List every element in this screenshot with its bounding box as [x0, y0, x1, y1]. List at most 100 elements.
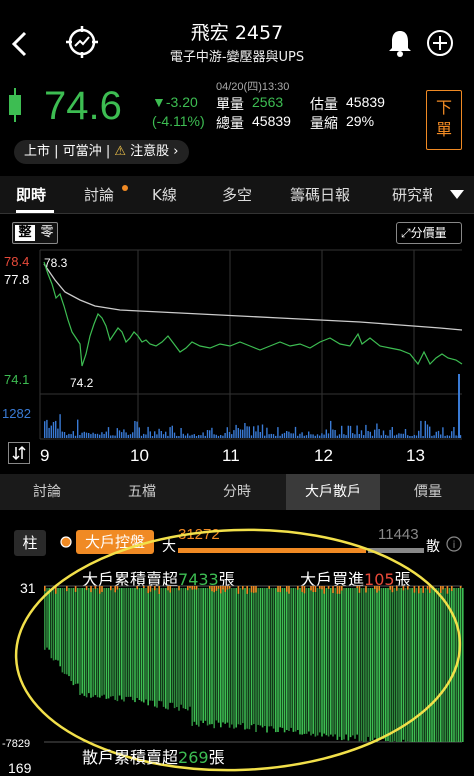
big-buy-tick — [226, 586, 229, 590]
big-cum-bar — [134, 588, 136, 703]
big-cum-bar — [92, 588, 94, 697]
volume-bar — [134, 421, 136, 438]
big-cum-bar — [68, 588, 70, 677]
big-buy-tick — [378, 586, 380, 591]
big-cum-bar — [418, 588, 420, 742]
volume-bar — [81, 432, 83, 438]
volume-bar — [160, 431, 162, 438]
tab-discussion[interactable]: 討論 — [84, 184, 114, 205]
volume-bar — [103, 434, 105, 438]
volume-bar — [246, 426, 248, 438]
volume-bar — [154, 431, 156, 438]
volume-bar — [279, 435, 281, 438]
big-cum-bar — [151, 588, 154, 701]
volume-bar — [250, 435, 253, 438]
volume-bar — [257, 425, 259, 438]
volume-bar — [180, 428, 182, 438]
big-buy-tick — [246, 586, 248, 594]
volume-bar — [59, 414, 61, 438]
tab-chips-daily[interactable]: 籌碼日報 — [290, 184, 350, 205]
big-cum-bar — [156, 588, 158, 708]
subtab-discussion[interactable]: 討論 — [0, 474, 94, 510]
volume-bar — [224, 433, 226, 438]
tab-kline[interactable]: K線 — [152, 184, 177, 205]
big-cum-bar — [319, 588, 321, 733]
big-buy-tick — [255, 586, 257, 593]
tab-research[interactable]: 研究報 — [392, 184, 432, 205]
big-cum-bar — [270, 588, 273, 727]
big-cum-bar — [279, 588, 281, 728]
subtab-price-volume[interactable]: 價量 — [382, 474, 474, 510]
retail-cum-sell: 散戶累積賣超269張 — [82, 744, 225, 768]
big-cum-bar — [431, 588, 433, 742]
big-cum-bar — [250, 588, 253, 726]
big-cum-bar — [338, 588, 341, 737]
volume-bar — [325, 429, 327, 438]
est-volume-label: 估量 — [310, 96, 338, 112]
volume-bar — [369, 431, 371, 438]
volume-bar — [204, 435, 206, 438]
big-cum-bar — [224, 588, 226, 724]
volume-bar — [323, 434, 325, 438]
big-cum-bar — [184, 588, 187, 709]
volume-bar — [378, 429, 380, 438]
tab-longshort[interactable]: 多空 — [222, 184, 252, 205]
big-cum-bar — [140, 588, 143, 702]
big-buy-tick — [286, 586, 288, 592]
big-cum-bar — [158, 588, 160, 701]
big-cum-bar — [66, 588, 68, 675]
volume-bar — [358, 434, 360, 438]
volume-bar — [79, 435, 81, 438]
big-cum-bar — [48, 588, 50, 650]
subtab-timeshare[interactable]: 分時 — [190, 474, 284, 510]
volume-bar — [140, 435, 143, 438]
unit-volume-label: 單量 — [216, 96, 244, 112]
big-cum-bar — [70, 588, 72, 681]
avg-price-line — [43, 263, 463, 331]
volume-bar — [349, 425, 352, 438]
big-buy-tick — [338, 586, 341, 594]
volume-bar — [198, 435, 200, 438]
header: 飛宏 2457 電子中游-變壓器與UPS — [0, 0, 474, 72]
big-cum-bar — [99, 588, 101, 698]
volume-bar — [448, 435, 451, 438]
volume-bar — [341, 425, 343, 438]
subtab-big-retail[interactable]: 大戶散戶 — [286, 474, 380, 510]
volume-bar — [222, 435, 224, 438]
big-cum-bar — [253, 588, 255, 724]
big-cum-bar — [72, 588, 75, 686]
volume-bar — [215, 434, 217, 438]
volume-bar — [354, 434, 356, 438]
volume-bar — [200, 435, 202, 438]
big-buy-tick — [90, 586, 92, 593]
warning-tag: 注意股 — [130, 144, 170, 159]
volume-bar — [433, 435, 435, 438]
volume-bar — [231, 434, 233, 438]
big-cum-bar — [277, 588, 279, 732]
dropdown-icon[interactable] — [450, 190, 464, 200]
order-button[interactable]: 下 單 — [426, 90, 462, 150]
big-buy-tick — [426, 586, 429, 590]
big-buy-tick — [358, 586, 361, 593]
big-cum-bar — [200, 588, 202, 721]
sort-icon[interactable] — [8, 442, 30, 464]
subtab-five-levels[interactable]: 五檔 — [96, 474, 188, 510]
add-icon[interactable] — [426, 29, 454, 57]
big-buy-tick — [74, 586, 77, 592]
volume-bar — [367, 431, 369, 438]
big-cum-bar — [202, 588, 204, 723]
big-cum-bar — [248, 588, 251, 730]
big-cum-bar — [444, 588, 446, 742]
big-buy-tick — [459, 586, 462, 589]
main-tabs: 即時 討論 K線 多空 籌碼日報 研究報 — [0, 176, 474, 214]
big-cum-bars — [44, 586, 464, 742]
big-cum-bar — [242, 588, 244, 724]
tab-realtime[interactable]: 即時 — [16, 184, 46, 205]
big-cum-bar — [52, 588, 55, 661]
big-buy-tick — [288, 586, 290, 594]
volume-bar — [193, 434, 195, 438]
big-buy-tick — [341, 586, 343, 591]
volume-bar — [213, 434, 215, 438]
x-tick-11: 11 — [222, 446, 240, 465]
bell-icon[interactable] — [386, 28, 414, 58]
